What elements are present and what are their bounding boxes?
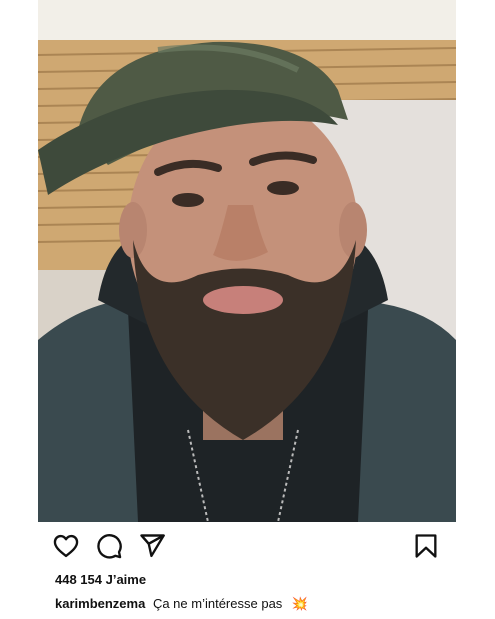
post-caption: karimbenzema Ça ne m’intéresse pas 💥: [55, 596, 308, 612]
likes-count[interactable]: 448 154 J’aime: [55, 572, 146, 587]
heart-icon[interactable]: [52, 532, 80, 560]
comment-icon[interactable]: [95, 532, 123, 560]
username-link[interactable]: karimbenzema: [55, 596, 145, 611]
post-photo[interactable]: [38, 0, 456, 522]
bookmark-icon[interactable]: [412, 532, 440, 560]
post-photo-illustration: [38, 0, 456, 522]
send-icon[interactable]: [138, 532, 166, 560]
caption-text: Ça ne m’intéresse pas: [152, 596, 283, 611]
post-actions: [38, 532, 456, 562]
collision-emoji-icon: 💥: [291, 596, 309, 611]
